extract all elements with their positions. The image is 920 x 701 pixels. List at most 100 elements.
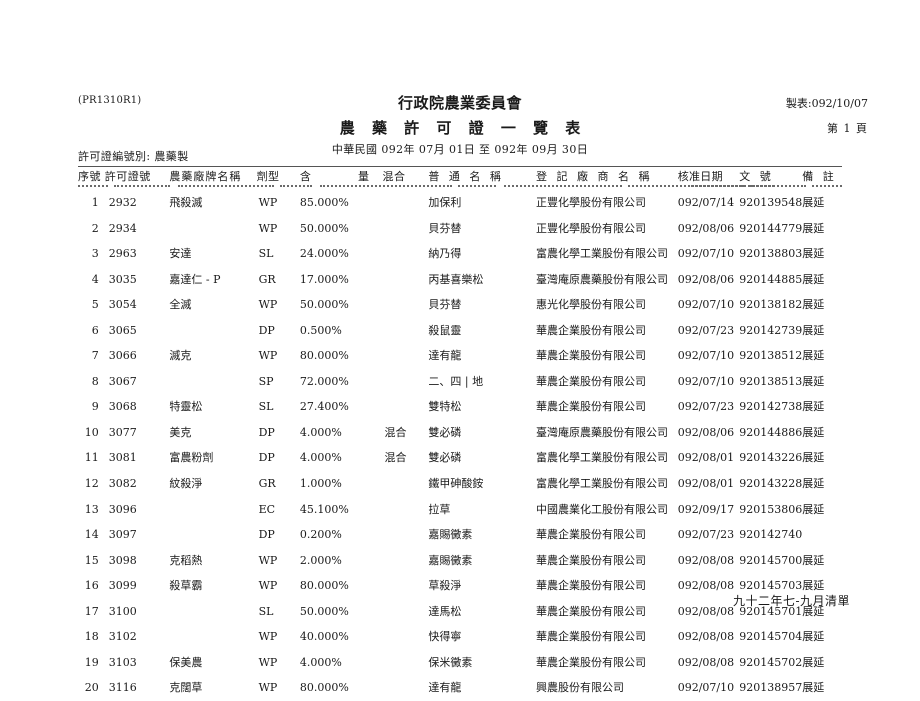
- cell-mixed: [383, 369, 419, 395]
- cell-amount: 1.000%: [299, 477, 342, 491]
- cell-formulation: DP: [258, 323, 275, 337]
- cell-seq: 20: [84, 681, 99, 695]
- cell-mixed: 混合: [384, 451, 407, 465]
- cell-amount: 2.000%: [299, 553, 342, 567]
- cell-maker: 華農企業股份有限公司: [535, 630, 646, 644]
- cell-mixed: [383, 318, 419, 344]
- cell-seq: 2: [91, 221, 99, 235]
- cell-common-name: 雙必磷: [428, 451, 462, 465]
- cell-seq: 9: [91, 400, 99, 414]
- cell-amount: 45.100%: [299, 502, 349, 516]
- cell-memo: 展延: [802, 630, 825, 644]
- cell-amount: 50.000%: [299, 604, 349, 618]
- cell-formulation: WP: [258, 681, 278, 695]
- table-row: 13 3096 EC 45.100% 拉草 中國農業化工股份有限公司 092/09/17 92…: [78, 497, 842, 523]
- cell-common-name: 貝芬替: [428, 298, 462, 312]
- cell-common-name: 草殺淨: [428, 579, 462, 593]
- table-header-row: 序號 許可證號 農藥廠牌名稱 劑型 含 量 混合 普 通 名 稱 登 記 廠 商…: [78, 168, 842, 190]
- column-header-doc-no: 文 號: [739, 170, 774, 183]
- table-row: 7 3066 滅克 WP 80.000% 達有龍 華農企業股份有限公司 092/07/10 92…: [78, 343, 842, 369]
- cell-brand: 美克: [169, 425, 192, 439]
- cell-formulation: SL: [258, 400, 274, 414]
- cell-mixed: [383, 471, 419, 497]
- cell-cert-no: 3102: [108, 630, 137, 644]
- column-header-approve-date: 核准日期: [677, 170, 723, 183]
- cell-cert-no: 3068: [108, 400, 137, 414]
- cell-cert-no: 3099: [108, 579, 137, 593]
- cell-maker: 華農企業股份有限公司: [535, 579, 646, 593]
- cell-maker: 華農企業股份有限公司: [535, 604, 646, 618]
- cell-common-name: 二、四 | 地: [428, 374, 484, 388]
- cell-approve-date: 092/08/06: [677, 272, 735, 286]
- cell-formulation: SP: [258, 374, 274, 388]
- column-header-mixed: 混合: [382, 170, 406, 183]
- cell-approve-date: 092/07/23: [677, 528, 735, 542]
- cell-doc-no: 920142740: [739, 528, 803, 542]
- cell-seq: 4: [91, 272, 99, 286]
- table-row: 17 3100 SL 50.000% 達馬松 華農企業股份有限公司 092/08/08 920…: [78, 599, 842, 625]
- cell-mixed: [383, 216, 419, 242]
- cell-common-name: 殺鼠靈: [428, 323, 462, 337]
- cell-memo: 展延: [802, 298, 825, 312]
- cell-memo: 展延: [802, 400, 825, 414]
- column-header-maker: 登 記 廠 商 名 稱: [535, 170, 653, 183]
- header-rule: [78, 166, 842, 167]
- cell-memo: 展延: [802, 374, 825, 388]
- cell-brand: [159, 369, 256, 395]
- cell-cert-no: 3081: [108, 451, 137, 465]
- cell-doc-no: 920144885: [739, 272, 803, 286]
- cell-brand: [159, 599, 256, 625]
- cell-mixed: [383, 292, 419, 318]
- cell-approve-date: 092/08/08: [677, 579, 735, 593]
- cell-maker: 華農企業股份有限公司: [535, 323, 646, 337]
- cell-common-name: 達有龍: [428, 681, 462, 695]
- cell-amount: 50.000%: [299, 221, 349, 235]
- cell-formulation: SL: [258, 604, 274, 618]
- cell-amount: 40.000%: [299, 630, 349, 644]
- cell-amount: 4.000%: [299, 451, 342, 465]
- cell-common-name: 加保利: [428, 196, 462, 209]
- cell-cert-no: 3066: [108, 349, 137, 363]
- cell-brand: 富農粉劑: [169, 451, 214, 465]
- cell-doc-no: 920153806: [739, 502, 803, 516]
- cell-seq: 17: [84, 604, 99, 618]
- cell-memo: 展延: [802, 323, 825, 337]
- cell-seq: 10: [84, 425, 99, 439]
- cell-formulation: WP: [258, 579, 278, 593]
- cell-maker: 華農企業股份有限公司: [535, 374, 646, 388]
- cell-formulation: WP: [258, 196, 278, 209]
- cell-maker: 富農化學工業股份有限公司: [535, 477, 668, 491]
- cell-seq: 16: [84, 579, 99, 593]
- cell-memo: 展延: [802, 502, 825, 516]
- cell-seq: 8: [91, 374, 99, 388]
- cell-amount: 72.000%: [299, 374, 349, 388]
- cell-seq: 18: [84, 630, 99, 644]
- cell-approve-date: 092/08/08: [677, 553, 735, 567]
- cell-doc-no: 920138513: [739, 374, 803, 388]
- cell-formulation: WP: [258, 221, 278, 235]
- agency-title: 行政院農業委員會: [397, 94, 522, 112]
- cell-common-name: 貝芬替: [428, 221, 462, 235]
- table-row: 15 3098 克稻熱 WP 2.000% 嘉賜黴素 華農企業股份有限公司 092/08/08…: [78, 548, 842, 574]
- cell-common-name: 嘉賜黴素: [428, 553, 473, 567]
- cell-seq: 1: [91, 196, 99, 209]
- cell-mixed: [383, 190, 419, 216]
- cell-cert-no: 2963: [108, 247, 137, 261]
- cell-amount: 17.000%: [299, 272, 349, 286]
- cell-maker: 富農化學工業股份有限公司: [535, 451, 668, 465]
- cell-seq: 19: [84, 655, 99, 669]
- cell-cert-no: 3065: [108, 323, 137, 337]
- cell-doc-no: 920145702: [739, 655, 803, 669]
- cell-cert-no: 3097: [108, 528, 137, 542]
- cell-brand: [159, 522, 256, 548]
- cell-cert-no: 3098: [108, 553, 137, 567]
- cell-doc-no: 920143228: [739, 477, 803, 491]
- cell-seq: 14: [84, 528, 99, 542]
- cell-amount-unit: [358, 318, 383, 344]
- cell-amount: 4.000%: [299, 425, 342, 439]
- cell-amount-unit: [358, 548, 383, 574]
- cell-cert-no: 3082: [108, 477, 137, 491]
- cell-brand: 全滅: [169, 298, 192, 312]
- cell-brand: 紋殺淨: [169, 477, 203, 491]
- cell-memo: 展延: [802, 272, 825, 286]
